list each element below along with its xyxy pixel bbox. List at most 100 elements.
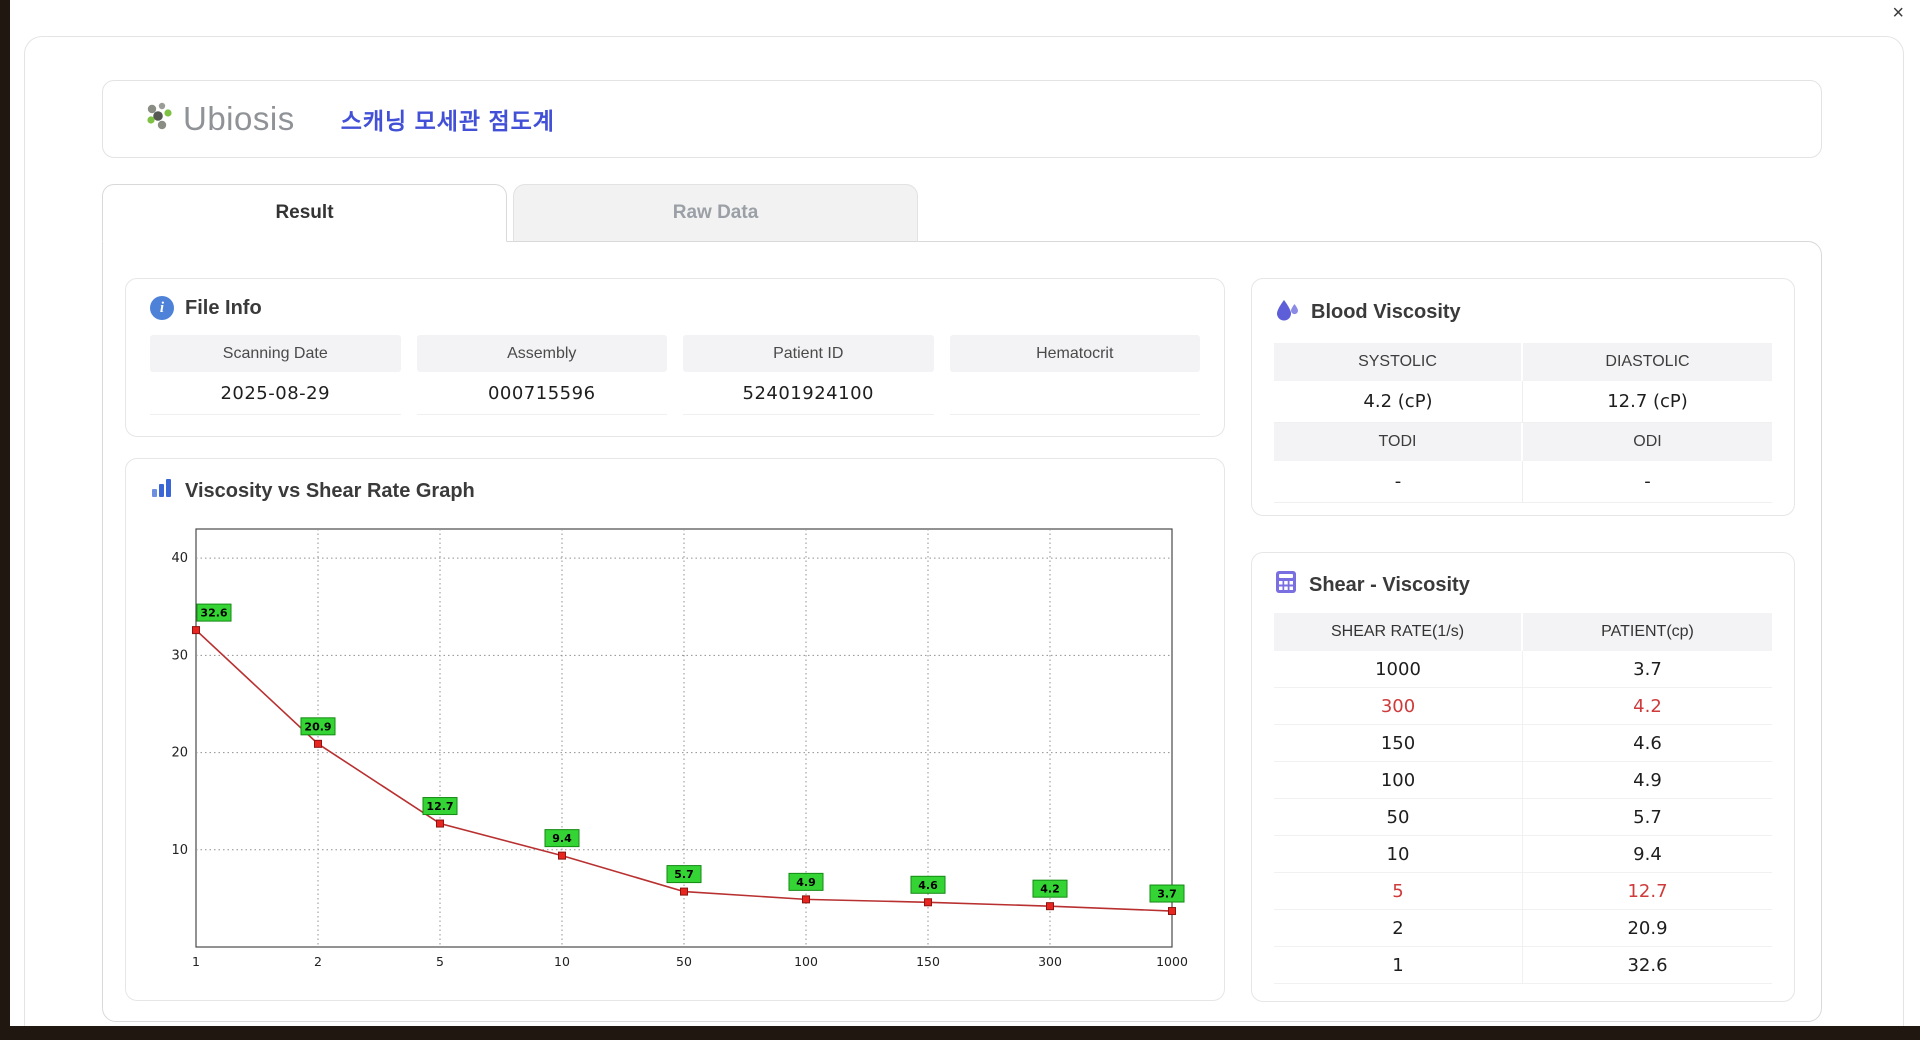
blood-viscosity-card: Blood Viscosity SYSTOLIC DIASTOLIC 4.2 (cP… xyxy=(1251,278,1795,516)
shear-rate-column-header: SHEAR RATE(1/s) xyxy=(1274,613,1523,651)
shear-table-row: 5 12.7 xyxy=(1274,873,1772,910)
shear-table-row: 300 4.2 xyxy=(1274,688,1772,725)
patient-cell: 9.4 xyxy=(1523,836,1772,873)
page-title: 스캐닝 모세관 점도계 xyxy=(340,108,555,134)
file-info-field: Assembly 000715596 xyxy=(416,335,667,415)
shear-rate-cell: 100 xyxy=(1274,762,1523,799)
file-info-title-row: i File Info xyxy=(150,296,1200,320)
blood-viscosity-grid: SYSTOLIC DIASTOLIC 4.2 (cP) 12.7 (cP) TODI OD… xyxy=(1274,343,1772,503)
shear-table-body: 1000 3.7 300 4.2 150 4.6 100 4.9 50 5.7 10 9.4 5 12.7… xyxy=(1274,651,1772,984)
svg-text:30: 30 xyxy=(171,648,188,663)
shear-viscosity-title: Shear - Viscosity xyxy=(1309,573,1470,596)
field-value xyxy=(949,372,1200,415)
file-info-title: File Info xyxy=(185,296,262,319)
left-column: i File Info Scanning Date 2025-08-29 Assem… xyxy=(125,278,1225,1001)
shear-table-row: 100 4.9 xyxy=(1274,762,1772,799)
patient-column-header: PATIENT(cp) xyxy=(1523,613,1772,651)
bv-header-cell: ODI xyxy=(1523,423,1772,461)
bv-header-row: SYSTOLIC DIASTOLIC xyxy=(1274,343,1772,381)
tab-result[interactable]: Result xyxy=(102,184,507,242)
bv-value-cell: - xyxy=(1274,461,1523,503)
file-info-card: i File Info Scanning Date 2025-08-29 Assem… xyxy=(125,278,1225,437)
svg-text:4.2: 4.2 xyxy=(1040,883,1060,896)
svg-text:100: 100 xyxy=(794,954,818,969)
patient-cell: 5.7 xyxy=(1523,799,1772,836)
svg-text:150: 150 xyxy=(916,954,940,969)
svg-text:10: 10 xyxy=(554,954,570,969)
patient-cell: 32.6 xyxy=(1523,947,1772,984)
svg-text:12.7: 12.7 xyxy=(426,800,453,813)
bv-value-cell: 12.7 (cP) xyxy=(1523,381,1772,423)
bar-chart-icon xyxy=(150,477,174,505)
shear-table-header: SHEAR RATE(1/s) PATIENT(cp) xyxy=(1274,613,1772,651)
field-value: 52401924100 xyxy=(683,372,934,415)
droplet-icon xyxy=(1274,296,1300,328)
brand-name: Ubiosis xyxy=(183,100,295,137)
shear-viscosity-title-row: Shear - Viscosity xyxy=(1274,570,1772,600)
shear-rate-cell: 1000 xyxy=(1274,651,1523,688)
chart-wrap: 10 20 30 40 1 2 5 10 50 100 150 300 1000 32.6 20.9 12.7… xyxy=(150,515,1200,982)
file-info-field: Scanning Date 2025-08-29 xyxy=(150,335,401,415)
logo: Ubiosis xyxy=(143,100,295,138)
blood-viscosity-title: Blood Viscosity xyxy=(1311,300,1461,323)
tab-raw-data[interactable]: Raw Data xyxy=(513,184,918,242)
patient-cell: 4.2 xyxy=(1523,688,1772,725)
shear-rate-cell: 150 xyxy=(1274,725,1523,762)
shear-table-row: 150 4.6 xyxy=(1274,725,1772,762)
shear-rate-cell: 300 xyxy=(1274,688,1523,725)
svg-text:20.9: 20.9 xyxy=(304,720,331,733)
main-panel: i File Info Scanning Date 2025-08-29 Assem… xyxy=(102,241,1822,1022)
viscosity-chart: 10 20 30 40 1 2 5 10 50 100 150 300 1000 32.6 20.9 12.7… xyxy=(171,528,1188,969)
bv-header-cell: DIASTOLIC xyxy=(1523,343,1772,381)
svg-text:9.4: 9.4 xyxy=(552,832,572,845)
bv-header-cell: SYSTOLIC xyxy=(1274,343,1523,381)
bv-value-row: -- xyxy=(1274,461,1772,503)
file-info-field: Hematocrit xyxy=(949,335,1200,415)
shear-table-row: 1 32.6 xyxy=(1274,947,1772,984)
svg-text:5: 5 xyxy=(436,954,444,969)
bv-value-cell: - xyxy=(1523,461,1772,503)
logo-dots-icon xyxy=(143,101,179,138)
svg-text:2: 2 xyxy=(314,954,322,969)
bv-header-cell: TODI xyxy=(1274,423,1523,461)
graph-title-row: Viscosity vs Shear Rate Graph xyxy=(150,477,1200,505)
patient-cell: 4.6 xyxy=(1523,725,1772,762)
header-card: Ubiosis 스캐닝 모세관 점도계 xyxy=(102,80,1822,158)
bv-header-row: TODI ODI xyxy=(1274,423,1772,461)
bv-value-row: 4.2 (cP) 12.7 (cP) xyxy=(1274,381,1772,423)
shear-table-row: 2 20.9 xyxy=(1274,910,1772,947)
bv-value-cell: 4.2 (cP) xyxy=(1274,381,1523,423)
svg-text:20: 20 xyxy=(171,746,188,761)
field-label: Assembly xyxy=(416,335,667,372)
svg-text:10: 10 xyxy=(171,843,188,858)
svg-text:32.6: 32.6 xyxy=(200,607,227,620)
blood-viscosity-title-row: Blood Viscosity xyxy=(1274,296,1772,328)
svg-text:4.9: 4.9 xyxy=(796,876,816,889)
graph-title: Viscosity vs Shear Rate Graph xyxy=(185,479,475,502)
right-column: Blood Viscosity SYSTOLIC DIASTOLIC 4.2 (cP… xyxy=(1251,278,1795,1002)
shear-rate-cell: 1 xyxy=(1274,947,1523,984)
app-window: × Ubiosis 스캐닝 모세관 점도계 Result Raw Data i … xyxy=(10,0,1920,1026)
field-label: Scanning Date xyxy=(150,335,401,372)
svg-text:5.7: 5.7 xyxy=(674,868,694,881)
info-icon: i xyxy=(150,296,174,320)
graph-card: Viscosity vs Shear Rate Graph 10 20 30 40 1 2… xyxy=(125,458,1225,1001)
file-info-fields: Scanning Date 2025-08-29 Assembly 000715596… xyxy=(150,335,1200,415)
shear-table-row: 1000 3.7 xyxy=(1274,651,1772,688)
shear-rate-cell: 50 xyxy=(1274,799,1523,836)
close-icon[interactable]: × xyxy=(1892,3,1904,23)
field-value: 2025-08-29 xyxy=(150,372,401,415)
patient-cell: 12.7 xyxy=(1523,873,1772,910)
svg-text:1: 1 xyxy=(192,954,200,969)
shear-table-row: 10 9.4 xyxy=(1274,836,1772,873)
shear-rate-cell: 2 xyxy=(1274,910,1523,947)
patient-cell: 3.7 xyxy=(1523,651,1772,688)
svg-text:3.7: 3.7 xyxy=(1157,888,1177,901)
patient-cell: 4.9 xyxy=(1523,762,1772,799)
svg-text:40: 40 xyxy=(171,551,188,566)
shear-rate-cell: 10 xyxy=(1274,836,1523,873)
field-value: 000715596 xyxy=(416,372,667,415)
field-label: Patient ID xyxy=(683,335,934,372)
shear-viscosity-card: Shear - Viscosity SHEAR RATE(1/s) PATIEN… xyxy=(1251,552,1795,1002)
calculator-icon xyxy=(1274,570,1298,600)
